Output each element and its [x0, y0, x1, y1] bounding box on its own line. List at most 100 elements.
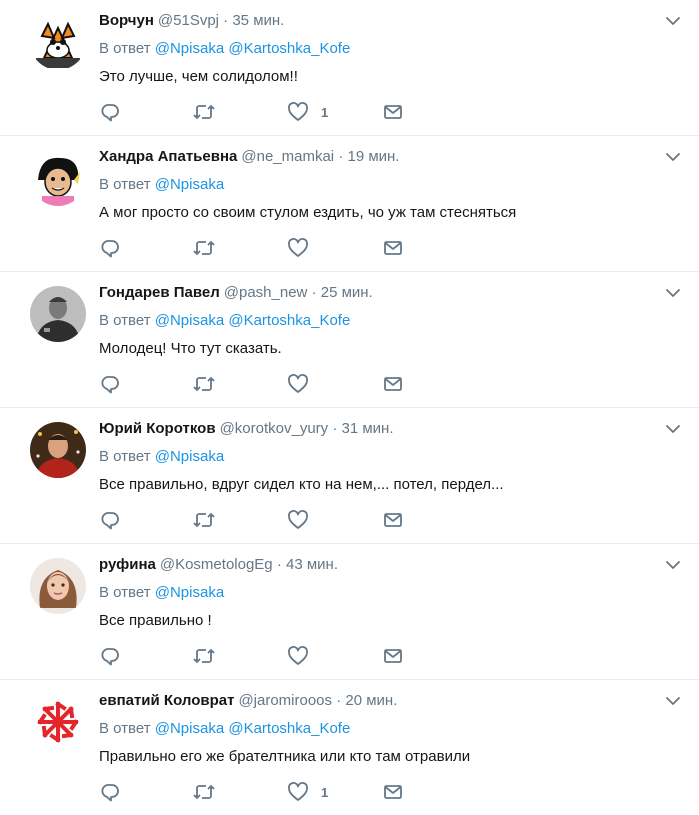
envelope-icon	[382, 101, 404, 123]
tweet[interactable]: руфина @KosmetologEg · 43 мин. В ответ @N…	[0, 544, 699, 680]
reply-label: В ответ	[99, 584, 151, 601]
tweet-text: Правильно его же брателтника или кто там…	[99, 748, 471, 765]
heart-icon	[287, 101, 309, 123]
user-name[interactable]: евпатий Коловрат	[99, 692, 234, 709]
user-handle[interactable]: @KosmetologEg	[160, 556, 273, 573]
mention-link[interactable]: @Npisaka	[155, 720, 224, 737]
reply-icon	[99, 373, 121, 395]
user-name[interactable]: Гондарев Павел	[99, 284, 220, 301]
tweet-time[interactable]: 35 мин.	[232, 12, 284, 29]
separator-dot: ·	[336, 692, 342, 709]
reply-button[interactable]	[99, 237, 121, 259]
user-handle[interactable]: @51Svpj	[158, 12, 219, 29]
tweet-time[interactable]: 25 мин.	[321, 284, 373, 301]
reply-label: В ответ	[99, 176, 151, 193]
mention-link[interactable]: @Npisaka	[155, 448, 224, 465]
separator-dot: ·	[332, 420, 338, 437]
retweet-icon	[192, 781, 216, 803]
user-name[interactable]: Хандра Апатьевна	[99, 148, 237, 165]
user-handle[interactable]: @jaromirooos	[238, 692, 332, 709]
user-name[interactable]: Юрий Коротков	[99, 420, 216, 437]
tweet-time[interactable]: 43 мин.	[286, 556, 338, 573]
mention-link[interactable]: @Kartoshka_Kofe	[228, 720, 350, 737]
tweet-header: евпатий Коловрат @jaromirooos · 20 мин.	[99, 691, 397, 711]
direct-message-button[interactable]	[382, 237, 404, 259]
direct-message-button[interactable]	[382, 645, 404, 667]
reply-button[interactable]	[99, 373, 121, 395]
tweet-text: Все правильно, вдруг сидел кто на нем,..…	[99, 476, 504, 493]
direct-message-button[interactable]	[382, 101, 404, 123]
user-handle[interactable]: @korotkov_yury	[220, 420, 329, 437]
retweet-button[interactable]	[192, 509, 216, 531]
tweet-time[interactable]: 20 мин.	[345, 692, 397, 709]
user-name[interactable]: руфина	[99, 556, 156, 573]
like-button[interactable]	[287, 373, 321, 395]
mention-link[interactable]: @Npisaka	[155, 176, 224, 193]
like-button[interactable]: 1	[287, 101, 328, 123]
reply-icon	[99, 101, 121, 123]
tweet[interactable]: евпатий Коловрат @jaromirooos · 20 мин. В…	[0, 680, 699, 815]
reply-button[interactable]	[99, 509, 121, 531]
mention-link[interactable]: @Npisaka	[155, 312, 224, 329]
user-name[interactable]: Ворчун	[99, 12, 154, 29]
cartoon-woman-avatar-icon[interactable]	[30, 150, 86, 206]
tweet-time[interactable]: 31 мин.	[342, 420, 394, 437]
separator-dot: ·	[276, 556, 282, 573]
like-count: 1	[321, 784, 329, 800]
like-button[interactable]: 1	[287, 781, 328, 803]
chevron-down-icon[interactable]	[665, 149, 681, 165]
reply-button[interactable]	[99, 645, 121, 667]
chevron-down-icon[interactable]	[665, 285, 681, 301]
like-button[interactable]	[287, 645, 321, 667]
tweet-header: Юрий Коротков @korotkov_yury · 31 мин.	[99, 419, 394, 439]
reply-label: В ответ	[99, 40, 151, 57]
heart-icon	[287, 509, 309, 531]
retweet-button[interactable]	[192, 237, 216, 259]
chevron-down-icon[interactable]	[665, 421, 681, 437]
reply-icon	[99, 645, 121, 667]
reply-context: В ответ @Npisaka @Kartoshka_Kofe	[99, 39, 350, 59]
red-kolovrat-symbol-avatar-icon[interactable]	[30, 694, 86, 750]
envelope-icon	[382, 509, 404, 531]
direct-message-button[interactable]	[382, 509, 404, 531]
reply-button[interactable]	[99, 781, 121, 803]
reply-context: В ответ @Npisaka	[99, 447, 224, 467]
retweet-button[interactable]	[192, 781, 216, 803]
like-count: 1	[321, 104, 329, 120]
man-portrait-avatar-icon[interactable]	[30, 422, 86, 478]
user-handle[interactable]: @pash_new	[224, 284, 308, 301]
tweet[interactable]: Гондарев Павел @pash_new · 25 мин. В отве…	[0, 272, 699, 408]
woman-portrait-avatar-icon[interactable]	[30, 558, 86, 614]
chevron-down-icon[interactable]	[665, 693, 681, 709]
like-button[interactable]	[287, 509, 321, 531]
retweet-button[interactable]	[192, 101, 216, 123]
separator-dot: ·	[223, 12, 229, 29]
tweet[interactable]: Хандра Апатьевна @ne_mamkai · 19 мин. В о…	[0, 136, 699, 272]
separator-dot: ·	[311, 284, 317, 301]
retweet-icon	[192, 373, 216, 395]
tweet-time[interactable]: 19 мин.	[347, 148, 399, 165]
like-button[interactable]	[287, 237, 321, 259]
direct-message-button[interactable]	[382, 373, 404, 395]
reply-button[interactable]	[99, 101, 121, 123]
mention-link[interactable]: @Kartoshka_Kofe	[228, 312, 350, 329]
chevron-down-icon[interactable]	[665, 557, 681, 573]
user-handle[interactable]: @ne_mamkai	[241, 148, 334, 165]
reply-feed: Ворчун @51Svpj · 35 мин. В ответ @Npisaka…	[0, 0, 699, 815]
direct-message-button[interactable]	[382, 781, 404, 803]
bw-portrait-avatar-icon[interactable]	[30, 286, 86, 342]
mention-link[interactable]: @Npisaka	[155, 584, 224, 601]
chevron-down-icon[interactable]	[665, 13, 681, 29]
retweet-icon	[192, 101, 216, 123]
mention-link[interactable]: @Npisaka	[155, 40, 224, 57]
retweet-button[interactable]	[192, 645, 216, 667]
fox-cartoon-avatar-icon[interactable]	[30, 14, 86, 70]
retweet-button[interactable]	[192, 373, 216, 395]
tweet-header: Хандра Апатьевна @ne_mamkai · 19 мин.	[99, 147, 399, 167]
tweet-header: руфина @KosmetologEg · 43 мин.	[99, 555, 338, 575]
tweet[interactable]: Ворчун @51Svpj · 35 мин. В ответ @Npisaka…	[0, 0, 699, 136]
mention-link[interactable]: @Kartoshka_Kofe	[228, 40, 350, 57]
reply-icon	[99, 781, 121, 803]
retweet-icon	[192, 237, 216, 259]
tweet[interactable]: Юрий Коротков @korotkov_yury · 31 мин. В …	[0, 408, 699, 544]
